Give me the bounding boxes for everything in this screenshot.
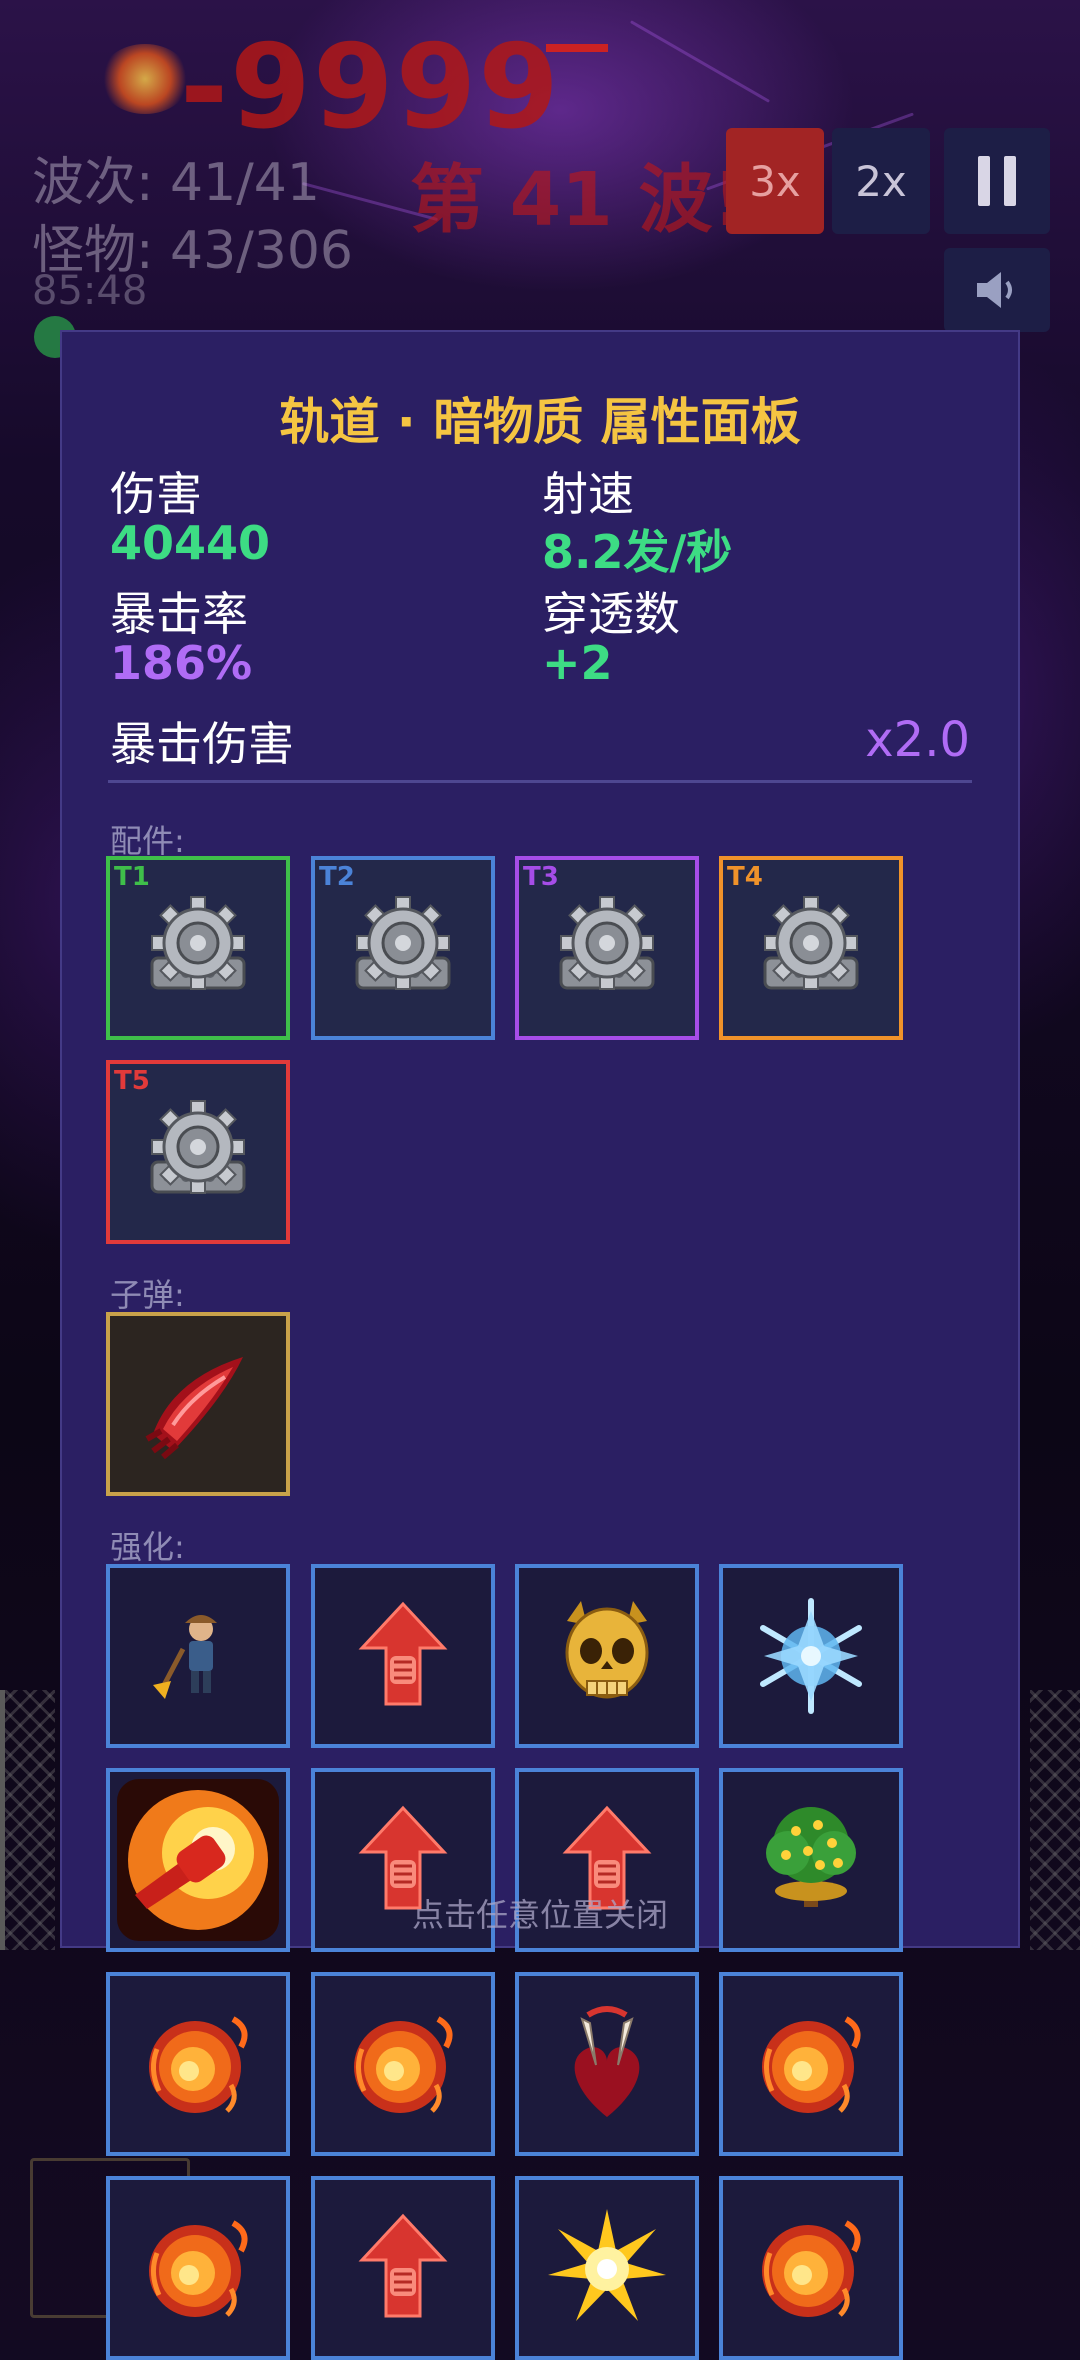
enhance-slot[interactable]	[515, 1972, 699, 2156]
fire-effect	[100, 44, 190, 114]
enhance-slot[interactable]	[515, 2176, 699, 2360]
gear-engine-icon	[138, 888, 258, 1008]
enhance-slot[interactable]	[311, 2176, 495, 2360]
close-hint[interactable]: 点击任意位置关闭	[0, 1890, 1080, 1936]
fist-arrow-icon	[348, 1596, 458, 1716]
wave-counter: 波次: 41/41	[32, 153, 320, 213]
damage-label: 伤害	[110, 467, 202, 521]
fireball-icon	[133, 2203, 263, 2333]
fang-heart-icon	[552, 1999, 662, 2129]
fireball-icon	[338, 1999, 468, 2129]
tier-label: T1	[114, 862, 150, 892]
speed-3x-button[interactable]: 3x	[726, 128, 824, 234]
sound-button[interactable]	[944, 248, 1050, 332]
damage-popup: -9999	[180, 20, 561, 155]
enhance-slot[interactable]	[311, 1972, 495, 2156]
enhance-slot[interactable]	[106, 1972, 290, 2156]
enhance-slot[interactable]	[106, 1564, 290, 1748]
enhance-slot[interactable]	[106, 2176, 290, 2360]
tier-label: T4	[727, 862, 763, 892]
wave-banner: 第 41 波!	[410, 157, 747, 243]
fireball-icon	[746, 2203, 876, 2333]
gear-engine-icon	[547, 888, 667, 1008]
part-slot-t1[interactable]: T1	[106, 856, 290, 1040]
enhance-slot[interactable]	[311, 1564, 495, 1748]
part-slot-t3[interactable]: T3	[515, 856, 699, 1040]
enhance-section-label: 强化:	[110, 1528, 185, 1566]
part-slot-t4[interactable]: T4	[719, 856, 903, 1040]
part-slot-t5[interactable]: T5	[106, 1060, 290, 1244]
enhance-slot[interactable]	[719, 2176, 903, 2360]
speaker-icon	[977, 272, 1012, 308]
miner-icon	[143, 1601, 253, 1711]
tier-label: T3	[523, 862, 559, 892]
crit-rate-label: 暴击率	[110, 587, 248, 641]
crit-damage-value: x2.0	[865, 712, 970, 768]
tier-label: T2	[319, 862, 355, 892]
timer: 85:48	[32, 268, 148, 314]
crit-rate-value: 186%	[110, 636, 253, 690]
golden-skull-icon	[547, 1591, 667, 1721]
enhance-slot[interactable]	[515, 1564, 699, 1748]
enemy-health-bar	[546, 44, 608, 52]
pierce-value: +2	[542, 636, 613, 690]
fireball-icon	[133, 1999, 263, 2129]
damage-value: 40440	[110, 516, 271, 570]
pause-icon	[978, 156, 990, 206]
part-slot-t2[interactable]: T2	[311, 856, 495, 1040]
panel-title: 轨道 · 暗物质 属性面板	[279, 393, 801, 451]
fire-rate-label: 射速	[542, 467, 634, 521]
gear-engine-icon	[751, 888, 871, 1008]
snowflake-icon	[746, 1591, 876, 1721]
bullet-slot[interactable]	[106, 1312, 290, 1496]
fist-arrow-icon	[348, 2208, 458, 2328]
gear-engine-icon	[343, 888, 463, 1008]
speed-2x-button[interactable]: 2x	[832, 128, 930, 234]
enhance-slot[interactable]	[719, 1564, 903, 1748]
gear-engine-icon	[138, 1092, 258, 1212]
pierce-label: 穿透数	[542, 587, 680, 641]
crit-damage-label: 暴击伤害	[110, 717, 294, 771]
bullet-section-label: 子弹:	[110, 1276, 185, 1314]
enhance-slot[interactable]	[719, 1972, 903, 2156]
fire-rate-value: 8.2发/秒	[542, 525, 733, 579]
star-burst-icon	[542, 2203, 672, 2333]
pause-button[interactable]	[944, 128, 1050, 234]
panel-divider	[108, 780, 972, 783]
fireball-icon	[746, 1999, 876, 2129]
red-blade-icon	[133, 1339, 263, 1469]
tier-label: T5	[114, 1066, 150, 1096]
